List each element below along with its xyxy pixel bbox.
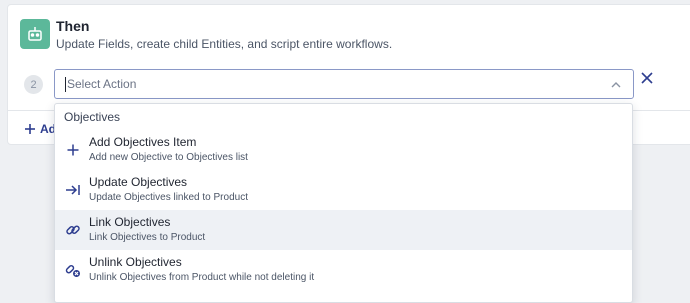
option-description: Link Objectives to Product xyxy=(89,232,206,243)
option-unlink-objectives[interactable]: Unlink Objectives Unlink Objectives from… xyxy=(55,250,632,290)
chevron-up-icon[interactable] xyxy=(610,78,622,96)
option-add-objectives-item[interactable]: Add Objectives Item Add new Objective to… xyxy=(55,130,632,170)
then-title: Then xyxy=(56,18,90,34)
close-icon[interactable] xyxy=(640,71,654,85)
select-action-placeholder: Select Action xyxy=(67,77,137,91)
action-dropdown-menu: Objectives Add Objectives Item Add new O… xyxy=(54,103,633,303)
robot-icon xyxy=(20,19,50,49)
plus-icon xyxy=(24,123,36,135)
option-description: Unlink Objectives from Product while not… xyxy=(89,272,315,283)
dropdown-group-label: Objectives xyxy=(64,110,121,124)
plus-icon xyxy=(64,141,82,159)
option-title: Update Objectives xyxy=(89,175,188,189)
option-link-objectives[interactable]: Link Objectives Link Objectives to Produ… xyxy=(55,210,632,250)
text-caret xyxy=(65,77,66,92)
select-action-dropdown[interactable]: Select Action xyxy=(54,69,634,99)
unlink-icon xyxy=(64,261,82,279)
option-title: Add Objectives Item xyxy=(89,135,197,149)
option-update-objectives[interactable]: Update Objectives Update Objectives link… xyxy=(55,170,632,210)
option-description: Update Objectives linked to Product xyxy=(89,192,248,203)
option-title: Link Objectives xyxy=(89,215,171,229)
then-description: Update Fields, create child Entities, an… xyxy=(56,37,393,51)
option-description: Add new Objective to Objectives list xyxy=(89,152,248,163)
arrow-to-line-icon xyxy=(64,181,82,199)
step-number-badge: 2 xyxy=(24,75,43,94)
link-icon xyxy=(64,221,82,239)
option-title: Unlink Objectives xyxy=(89,255,182,269)
